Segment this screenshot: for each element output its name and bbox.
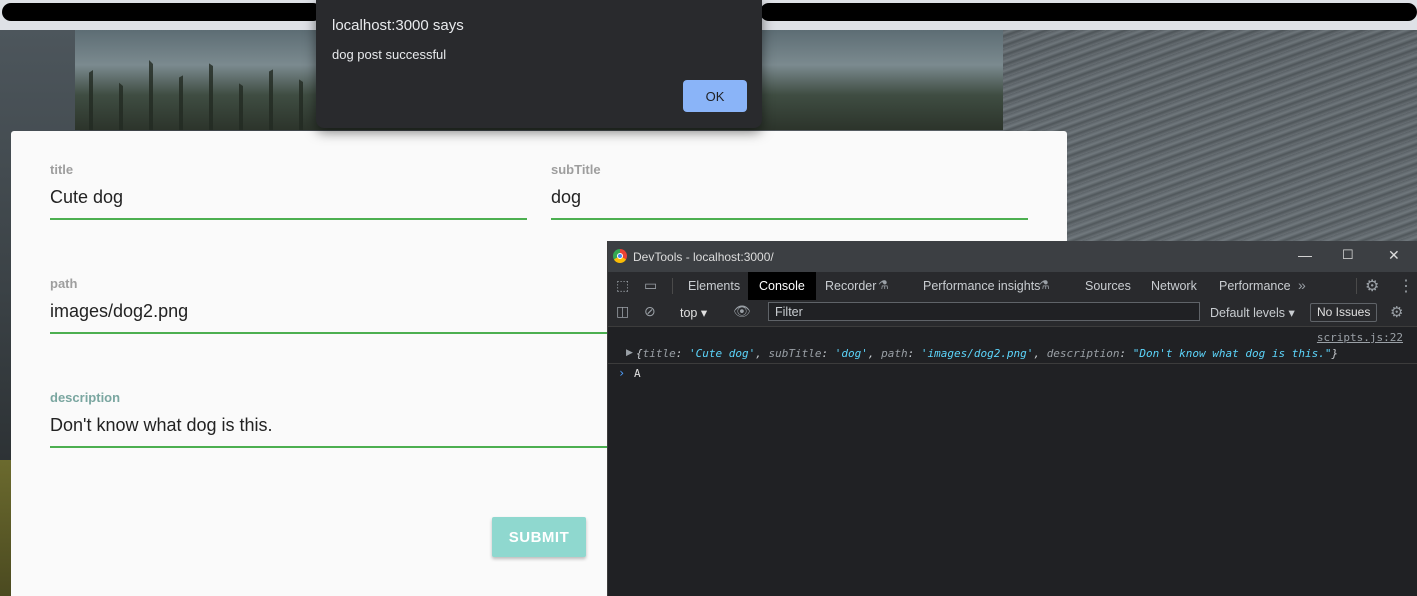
title-label: title <box>50 162 74 177</box>
tab-network[interactable]: Network <box>1151 272 1197 300</box>
chevron-down-icon: ▾ <box>1288 306 1295 320</box>
log-key-subtitle: subTitle <box>768 347 822 360</box>
redaction-bar <box>760 3 1417 21</box>
redaction-bar <box>2 3 322 21</box>
flask-icon: ⚗ <box>878 278 889 292</box>
title-input[interactable]: Cute dog <box>50 187 123 208</box>
log-value-title: 'Cute dog' <box>689 347 756 360</box>
subtitle-underline <box>551 218 1028 220</box>
tab-recorder[interactable]: Recorder <box>825 272 876 300</box>
context-selector[interactable]: top ▾ <box>680 305 707 320</box>
device-toolbar-icon[interactable]: ▭ <box>644 277 657 294</box>
log-levels-dropdown[interactable]: Default levels ▾ <box>1210 305 1295 320</box>
background-trees <box>75 58 315 130</box>
devtools-window: DevTools - localhost:3000/ — ☐ ✕ ⬚ ▭ Ele… <box>607 241 1417 596</box>
expand-triangle-icon[interactable]: ▶ <box>626 347 633 358</box>
dialog-message: dog post successful <box>332 47 447 62</box>
tab-performance-insights[interactable]: Performance insights <box>923 272 1040 300</box>
dialog-title: localhost:3000 says <box>332 17 464 34</box>
log-close-brace: } <box>1331 347 1339 360</box>
inspect-icon[interactable]: ⬚ <box>616 277 629 294</box>
more-tabs-icon[interactable]: » <box>1298 277 1306 293</box>
devtools-window-title: DevTools - localhost:3000/ <box>633 250 774 264</box>
path-label: path <box>50 276 78 291</box>
log-source-link[interactable]: scripts.js:22 <box>1317 331 1403 344</box>
console-prompt-input[interactable]: A <box>634 367 641 380</box>
log-entry[interactable]: {title: 'Cute dog', subTitle: 'dog', pat… <box>636 347 1411 361</box>
alert-dialog: localhost:3000 says dog post successful … <box>316 0 762 128</box>
maximize-icon[interactable]: ☐ <box>1342 247 1354 263</box>
log-key-description: description <box>1046 347 1120 360</box>
tab-sources[interactable]: Sources <box>1085 272 1131 300</box>
flask-icon: ⚗ <box>1039 278 1050 292</box>
tab-divider <box>672 278 673 294</box>
log-divider <box>608 363 1417 364</box>
title-field[interactable]: title Cute dog <box>50 162 527 222</box>
console-settings-icon[interactable]: ⚙ <box>1390 303 1403 321</box>
settings-icon[interactable]: ⚙ <box>1365 276 1379 296</box>
eye-icon[interactable]: 👁 <box>733 303 751 320</box>
description-input[interactable]: Don't know what dog is this. <box>50 415 273 436</box>
submit-button[interactable]: SUBMIT <box>492 517 586 557</box>
description-label: description <box>50 390 121 405</box>
close-icon[interactable]: ✕ <box>1388 247 1400 264</box>
log-value-path: 'images/dog2.png' <box>920 347 1034 360</box>
log-levels-label: Default levels <box>1210 306 1286 320</box>
clear-console-icon[interactable]: ⊘ <box>644 303 656 320</box>
chrome-logo-icon <box>613 249 627 263</box>
dialog-ok-button[interactable]: OK <box>683 80 747 112</box>
chevron-down-icon: ▾ <box>700 306 708 320</box>
subtitle-field[interactable]: subTitle dog <box>551 162 1028 222</box>
console-filter-input[interactable] <box>768 302 1200 321</box>
console-toolbar: ◫ ⊘ top ▾ 👁 Default levels ▾ No Issues ⚙ <box>608 300 1417 327</box>
devtools-titlebar: DevTools - localhost:3000/ — ☐ ✕ <box>608 241 1417 272</box>
devtools-tab-bar: ⬚ ▭ Elements Console Recorder ⚗ Performa… <box>608 272 1417 301</box>
minimize-icon[interactable]: — <box>1298 247 1312 263</box>
sidebar-toggle-icon[interactable]: ◫ <box>616 303 629 320</box>
issues-button[interactable]: No Issues <box>1310 303 1378 322</box>
log-value-description: "Don't know what dog is this." <box>1132 347 1332 360</box>
log-key-title: title <box>642 347 676 360</box>
subtitle-input[interactable]: dog <box>551 187 581 208</box>
log-open-brace: { <box>636 347 643 360</box>
subtitle-label: subTitle <box>551 162 601 177</box>
log-key-path: path <box>881 347 908 360</box>
path-input[interactable]: images/dog2.png <box>50 301 188 322</box>
kebab-menu-icon[interactable]: ⋮ <box>1398 276 1414 296</box>
context-value: top <box>680 306 698 320</box>
tab-divider <box>1356 278 1357 294</box>
tab-elements[interactable]: Elements <box>688 272 740 300</box>
console-output: scripts.js:22 ▶ {title: 'Cute dog', subT… <box>608 327 1417 596</box>
tab-performance[interactable]: Performance <box>1219 272 1291 300</box>
log-value-subtitle: 'dog' <box>834 347 868 360</box>
title-underline <box>50 218 527 220</box>
tab-console[interactable]: Console <box>748 272 816 300</box>
console-prompt-icon: › <box>618 366 626 380</box>
